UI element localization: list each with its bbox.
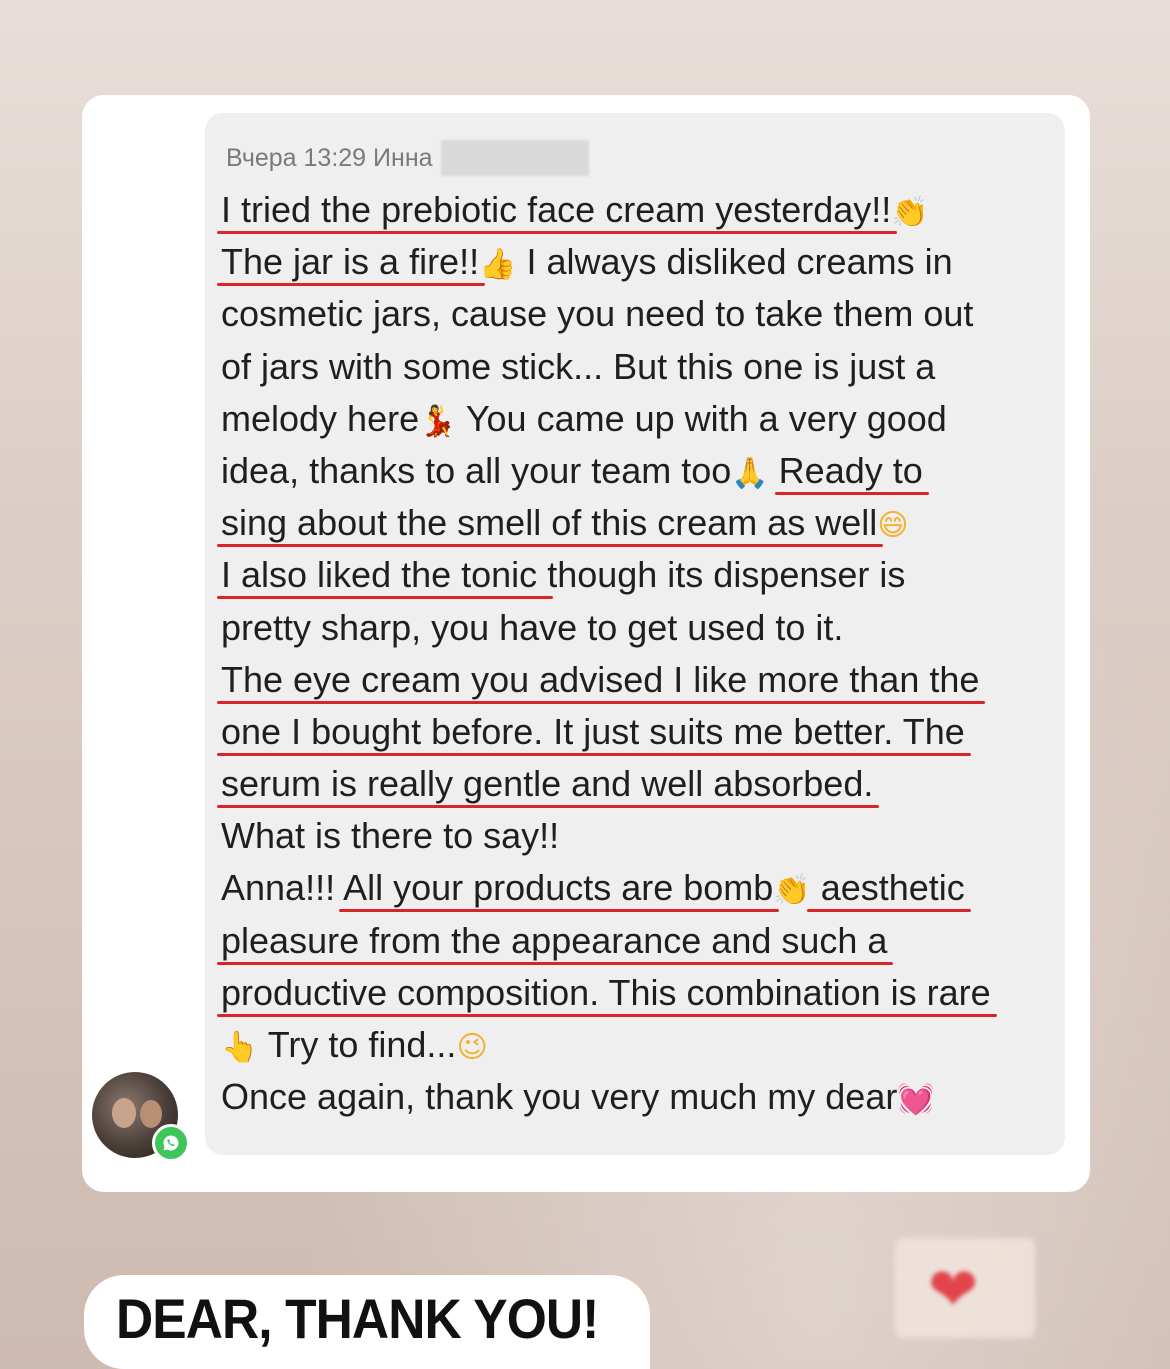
underlined-text: The eye cream you advised I like more th… xyxy=(221,658,980,700)
message-text-segment: I always disliked creams in xyxy=(516,241,953,283)
emoji-icon: 💃 xyxy=(419,403,457,439)
emoji-icon: 👍 xyxy=(479,247,517,283)
emoji-icon: 👆 xyxy=(221,1030,259,1065)
message-text-segment: What is there to say!! xyxy=(221,815,560,857)
message-text-segment: Anna!!! xyxy=(221,867,344,909)
message-line: pleasure from the appearance and such a xyxy=(221,915,1061,967)
message-text-segment: melody here xyxy=(221,397,420,439)
avatar-face xyxy=(112,1098,136,1128)
message-line: The jar is a fire!!👍 I always disliked c… xyxy=(221,236,1061,288)
message-text-segment: of jars with some stick... But this one … xyxy=(221,345,936,387)
underlined-text: All your products are bomb xyxy=(343,867,774,909)
emoji-icon: 😉 xyxy=(456,1030,488,1065)
message-text-segment xyxy=(769,450,779,491)
message-line: Once again, thank you very much my dear💓 xyxy=(221,1071,1061,1123)
message-text-segment: though its dispenser is xyxy=(547,554,906,596)
emoji-icon: 🙏 xyxy=(731,455,769,491)
message-text-segment: idea, thanks to all your team too xyxy=(221,449,732,491)
underlined-text: one I bought before. It just suits me be… xyxy=(221,710,965,752)
message-line: melody here💃 You came up with a very goo… xyxy=(221,393,1061,445)
message-line: What is there to say!! xyxy=(221,810,1061,862)
message-line: I also liked the tonic though its dispen… xyxy=(221,549,1061,601)
underlined-text: I tried the prebiotic face cream yesterd… xyxy=(221,189,892,230)
underlined-text: sing about the smell of this cream as we… xyxy=(221,502,878,544)
message-line: 👆 Try to find...😉 xyxy=(221,1019,1061,1071)
underlined-text: pleasure from the appearance and such a xyxy=(221,919,888,961)
whatsapp-icon xyxy=(152,1124,190,1162)
message-date: Вчера 13:29 xyxy=(226,143,367,172)
message-text: I tried the prebiotic face cream yesterd… xyxy=(221,184,1061,1123)
caption-text: DEAR, THANK YOU! xyxy=(116,1287,599,1350)
message-text-segment: pretty sharp, you have to get used to it… xyxy=(221,606,844,648)
underlined-text: productive composition. This combination… xyxy=(221,971,991,1013)
avatar-face xyxy=(140,1100,162,1128)
message-meta: Вчера 13:29 Инна xyxy=(226,140,589,176)
emoji-icon: 😄 xyxy=(877,508,909,544)
message-line: The eye cream you advised I like more th… xyxy=(221,654,1061,706)
message-text-segment: cosmetic jars, cause you need to take th… xyxy=(221,293,974,335)
underlined-text: serum is really gentle and well absorbed… xyxy=(221,763,874,805)
message-line: Anna!!! All your products are bomb👏 aest… xyxy=(221,862,1061,914)
emoji-icon: 👏 xyxy=(773,873,811,909)
message-line: idea, thanks to all your team too🙏 Ready… xyxy=(221,445,1061,497)
emoji-icon: 💓 xyxy=(897,1082,935,1118)
message-line: serum is really gentle and well absorbed… xyxy=(221,758,1061,810)
redacted-surname xyxy=(440,140,589,176)
emoji-icon: 👏 xyxy=(891,195,929,230)
underlined-text: The jar is a fire!! xyxy=(221,241,480,283)
message-text-segment: You came up with a very good xyxy=(456,397,947,439)
message-line: of jars with some stick... But this one … xyxy=(221,341,1061,393)
message-line: pretty sharp, you have to get used to it… xyxy=(221,602,1061,654)
message-line: cosmetic jars, cause you need to take th… xyxy=(221,288,1061,340)
message-line: sing about the smell of this cream as we… xyxy=(221,497,1061,549)
message-line: I tried the prebiotic face cream yesterd… xyxy=(221,184,1061,236)
message-line: productive composition. This combination… xyxy=(221,967,1061,1019)
message-line: one I bought before. It just suits me be… xyxy=(221,706,1061,758)
message-text-segment: Once again, thank you very much my dear xyxy=(221,1076,898,1118)
underlined-text: I also liked the tonic xyxy=(221,554,548,596)
heart-icon: ❤ xyxy=(928,1255,979,1325)
underlined-text: Ready to xyxy=(778,449,923,491)
sender-name: Инна xyxy=(373,143,433,172)
underlined-text: aesthetic xyxy=(810,867,965,909)
message-text-segment: Try to find... xyxy=(258,1024,457,1065)
